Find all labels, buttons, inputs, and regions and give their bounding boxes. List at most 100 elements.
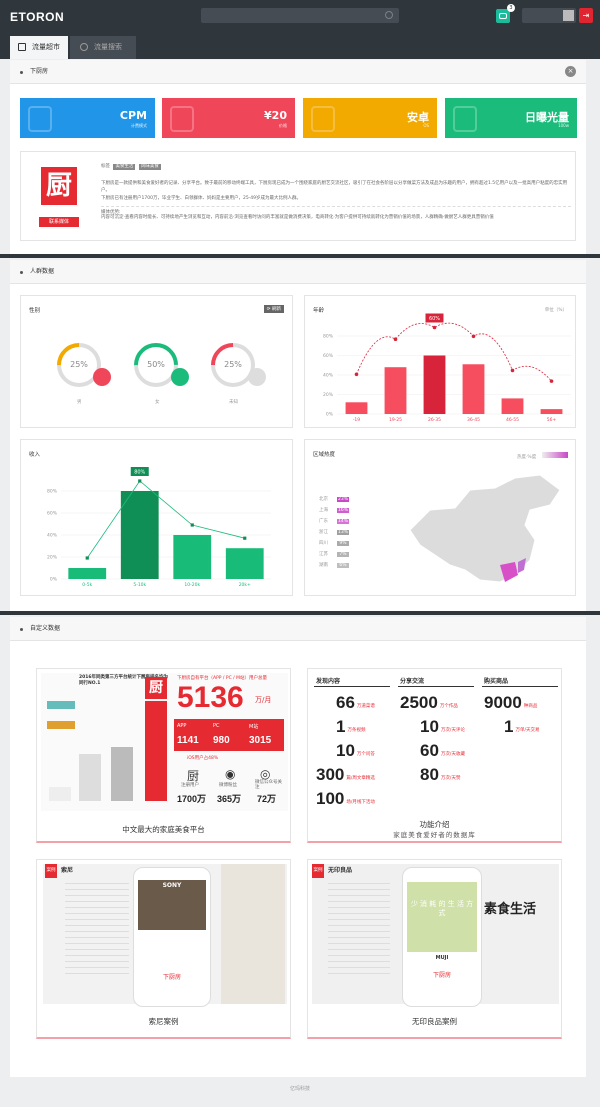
feature-stat: 1 万条视频 (336, 717, 367, 737)
case-tag: 案例 (312, 864, 324, 878)
bar[interactable] (462, 364, 485, 414)
region-row: 江苏 7% (319, 551, 349, 557)
y-tick-label: 40% (323, 373, 334, 379)
close-button[interactable]: × (565, 66, 576, 77)
divider (482, 686, 558, 687)
case-card-features[interactable]: 发现内容 分享交流 购买商品 功能介绍 家庭美食爱好者的数据库 66 万道菜谱 25… (307, 668, 562, 843)
ios-label: iOS用户占48% (187, 755, 218, 761)
stat-value: 66 (336, 693, 355, 712)
tab-label: 流量超市 (32, 43, 60, 51)
y-tick-label: 0% (50, 577, 58, 583)
ios-pct: 48% (208, 756, 219, 761)
tag-row: 标签 美食生活 风味美食 (101, 163, 571, 170)
y-tick-label: 20% (47, 555, 58, 561)
case-subtitle: 家庭美食爱好者的数据库 (393, 831, 476, 839)
region-value: 14% (337, 519, 349, 524)
user-menu[interactable] (522, 8, 576, 23)
logout-button[interactable]: ⇥ (579, 8, 593, 23)
article-text (328, 878, 390, 978)
stat-unit: 万个作品 (439, 703, 458, 709)
y-tick-label: 60% (323, 353, 334, 359)
refresh-button[interactable]: ⟳ 刷新 (263, 305, 284, 313)
tab-traffic-market[interactable]: 流量超市 (10, 36, 68, 59)
search-icon[interactable] (385, 11, 393, 19)
section-divider (0, 611, 600, 615)
bullet-icon (20, 271, 23, 274)
bar[interactable] (540, 409, 563, 414)
bulb-icon (453, 106, 477, 132)
stat-value: 1700万 (177, 794, 207, 804)
kpi-label: OS (423, 123, 429, 128)
sony-logo: SONY (162, 882, 182, 889)
gender-label: 未知 (229, 400, 238, 405)
heat-legend-label: 热度·%度 (517, 455, 537, 460)
gender-value: 25% (70, 360, 88, 369)
female-avatar-icon (171, 368, 189, 386)
region-name: 江苏 (319, 552, 328, 557)
app-label: APP (177, 723, 187, 729)
data-point (510, 368, 515, 373)
bar[interactable] (384, 367, 407, 414)
weibo-icon: ◉ (225, 767, 236, 781)
data-point (190, 523, 194, 527)
region-name: 湖南 (319, 563, 328, 568)
y-tick-label: 0% (326, 412, 334, 418)
stat-value: 100 (316, 789, 345, 808)
cart-icon (18, 43, 26, 51)
kpi-value: ¥20 (264, 109, 287, 122)
app-logo[interactable]: ETORON (10, 10, 64, 24)
wechat-icon: ◎ (260, 767, 271, 781)
logout-icon: ⇥ (582, 11, 590, 20)
case-card-muji[interactable]: 案例 无印良品 少 消 耗 的 生 活 方 式 MUJI 下厨房 素食生活 无印… (307, 859, 562, 1039)
bar[interactable] (225, 548, 264, 579)
partner-logo (47, 701, 75, 709)
bar[interactable] (501, 398, 524, 414)
panel-header: 人群数据 (10, 260, 586, 284)
feature-stat: 10 万次/天评论 (420, 717, 465, 737)
top-bar: ETORON 3 ⇥ (0, 0, 600, 34)
case-card-platform[interactable]: 2016年同类第三方平台统计下厨房排名均为同行NO.1 厨 下厨房自有平台（AP… (36, 668, 291, 843)
search-input[interactable] (201, 8, 399, 23)
bar[interactable] (120, 491, 159, 579)
kpi-label: 计费模式 (131, 123, 147, 128)
bar[interactable] (173, 535, 212, 579)
bar[interactable] (345, 402, 368, 414)
media-description-2: 下厨房已有注册用户1700万，毕业学生、白领群体、妈妈是主要用户，25-49岁成… (101, 196, 302, 201)
muji-headline: 素食生活 (484, 902, 537, 917)
tab-traffic-search[interactable]: 流量搜索 (70, 36, 136, 59)
bar[interactable] (423, 355, 446, 415)
tab-label: 流量搜索 (94, 43, 122, 51)
region-name: 四川 (319, 541, 328, 546)
contact-media-button[interactable]: 联系媒体 (39, 217, 79, 227)
feature-stat: 100 场/月线下活动 (316, 789, 375, 809)
billing-icon (28, 106, 52, 132)
stat-unit: 万单/天交易 (515, 727, 540, 733)
gender-label: 女 (155, 400, 160, 405)
feature-stat: 80 万次/天赞 (420, 765, 461, 785)
bar[interactable] (68, 568, 107, 579)
card-title: 性别 (29, 308, 41, 314)
stat-unit: 万条视频 (347, 727, 366, 733)
y-tick-label: 20% (323, 392, 334, 398)
stat-value: 9000 (484, 693, 522, 712)
feature-stat: 10 万个问答 (336, 741, 377, 761)
kpi-label: 100w (558, 123, 569, 128)
case-card-sony[interactable]: 案例 索尼 SONY 下厨房 索尼案例 (36, 859, 291, 1039)
stat-value: 10 (420, 717, 439, 736)
china-map (409, 474, 561, 583)
search-icon (80, 43, 88, 51)
col-title: 分享交流 (400, 678, 425, 685)
gender-label: 男 (77, 400, 82, 405)
chart-bar (145, 701, 167, 801)
feature-stat: 2500 万个作品 (400, 693, 460, 713)
chat-icon (499, 13, 507, 19)
gender-value: 50% (147, 360, 165, 369)
custom-title: 自定义数据 (30, 625, 61, 632)
col-title: 购买商品 (484, 678, 509, 685)
x-tick-label: 5-10k (133, 582, 146, 588)
region-row: 浙江 13% (319, 529, 349, 535)
y-tick-label: 80% (323, 334, 334, 340)
y-tick-label: 80% (47, 489, 58, 495)
unknown-avatar-icon (248, 368, 266, 386)
muji-logo: MUJI (435, 955, 449, 961)
